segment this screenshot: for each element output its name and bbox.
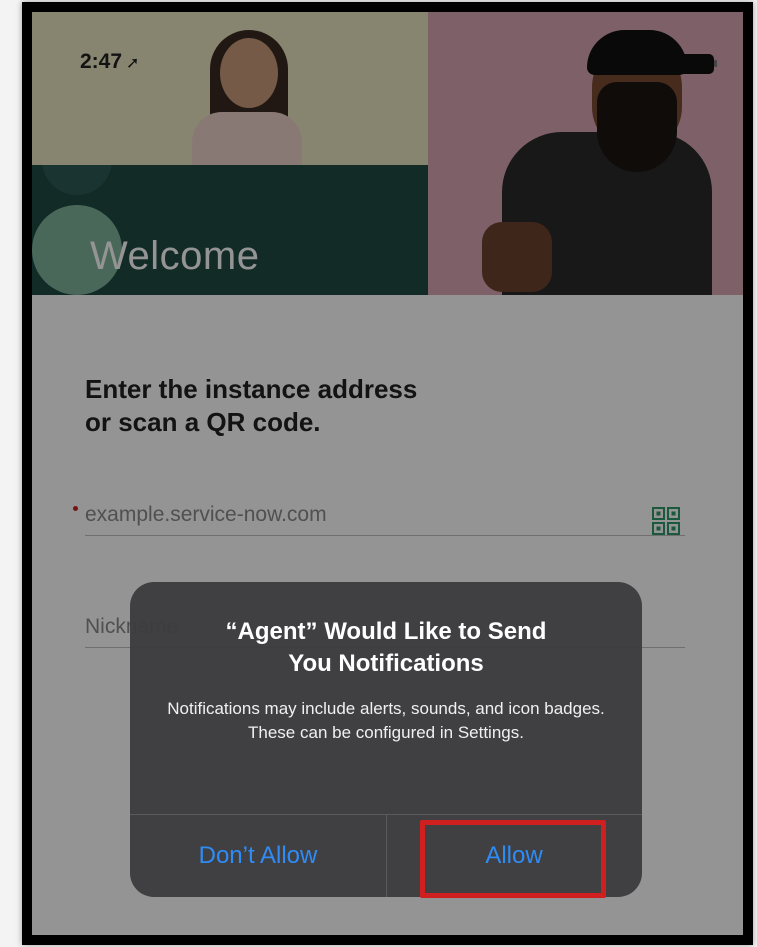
alert-title: “Agent” Would Like to Send You Notificat… bbox=[150, 616, 622, 680]
screenshot-frame: Welcome 2:47 ➚ •• Enter the instance addr… bbox=[22, 2, 753, 945]
alert-message: Notifications may include alerts, sounds… bbox=[167, 699, 605, 742]
dont-allow-button[interactable]: Don’t Allow bbox=[130, 815, 386, 897]
alert-title-line-1: “Agent” Would Like to Send bbox=[225, 618, 547, 645]
allow-highlight-box bbox=[420, 820, 606, 898]
phone-screen: Welcome 2:47 ➚ •• Enter the instance addr… bbox=[32, 12, 743, 935]
alert-title-line-2: You Notifications bbox=[288, 650, 484, 677]
